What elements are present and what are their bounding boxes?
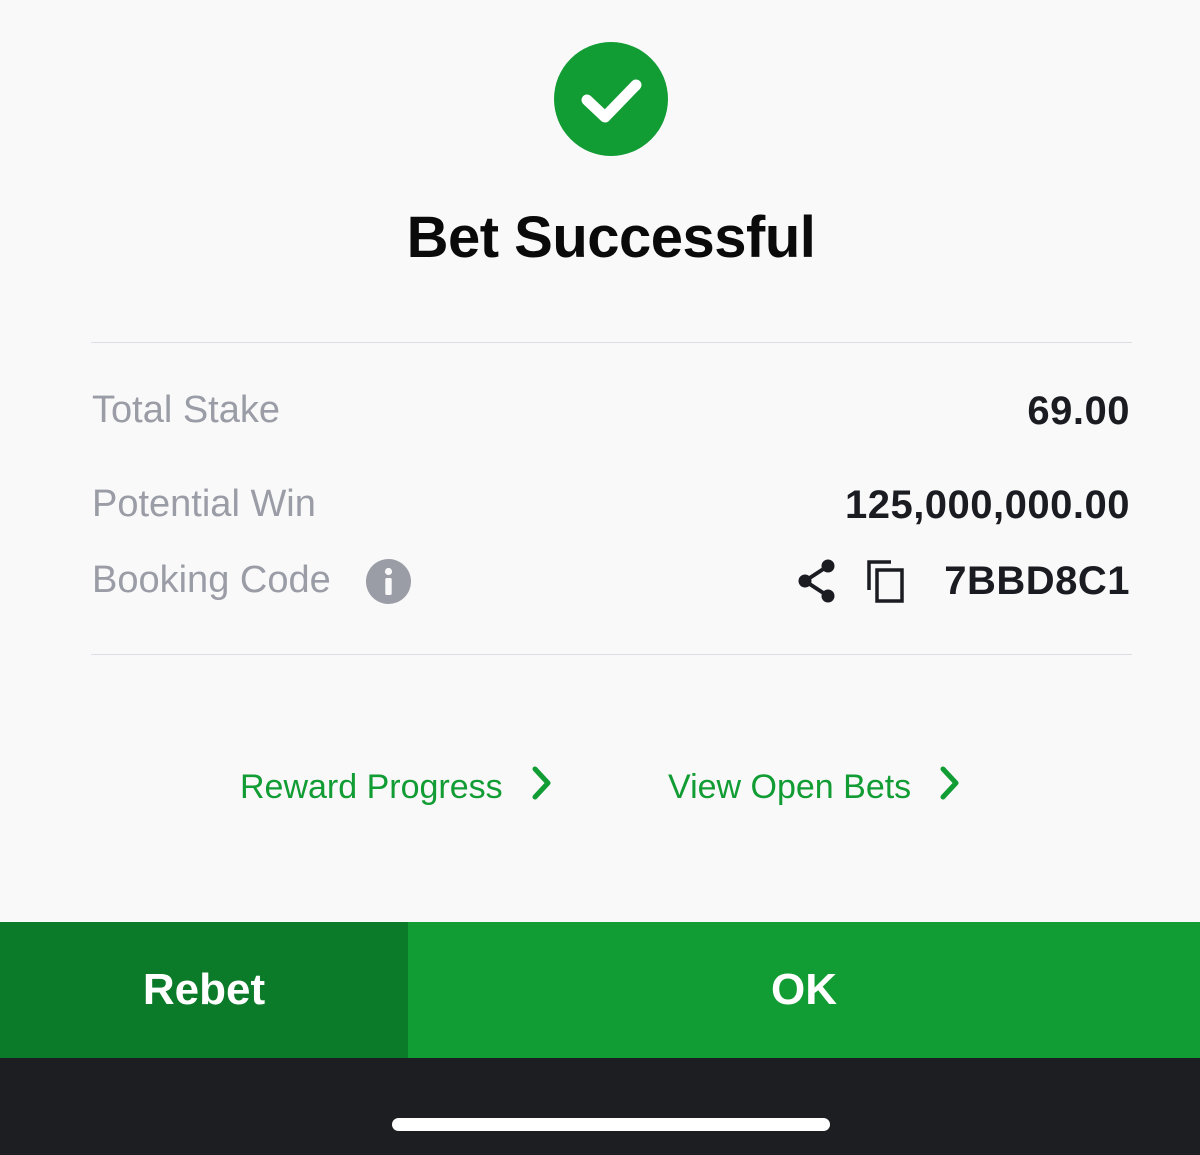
success-check-icon: [554, 42, 668, 156]
booking-code-value: 7BBD8C1: [944, 559, 1130, 603]
divider-bottom: [91, 654, 1132, 655]
total-stake-value: 69.00: [1027, 389, 1130, 433]
bottom-safe-area: [0, 1058, 1200, 1155]
potential-win-value: 125,000,000.00: [844, 483, 1130, 527]
view-open-bets-label: View Open Bets: [668, 767, 912, 806]
copy-icon[interactable]: [864, 558, 908, 609]
chevron-right-icon: [531, 765, 553, 810]
info-icon[interactable]: [366, 559, 411, 604]
reward-progress-link[interactable]: Reward Progress: [240, 762, 553, 812]
divider-top: [91, 342, 1132, 343]
home-indicator[interactable]: [392, 1118, 830, 1131]
booking-code-label: Booking Code: [92, 559, 331, 601]
dialog-title: Bet Successful: [406, 205, 816, 270]
reward-progress-label: Reward Progress: [240, 767, 503, 806]
total-stake-label: Total Stake: [92, 389, 280, 431]
view-open-bets-link[interactable]: View Open Bets: [668, 762, 961, 812]
rebet-button[interactable]: Rebet: [0, 922, 408, 1058]
share-icon[interactable]: [796, 558, 840, 609]
potential-win-label: Potential Win: [92, 483, 316, 525]
ok-button[interactable]: OK: [408, 922, 1200, 1058]
chevron-right-icon: [939, 765, 961, 810]
bet-confirmation-sheet: Bet Successful Total Stake 69.00 Potenti…: [0, 0, 1200, 922]
